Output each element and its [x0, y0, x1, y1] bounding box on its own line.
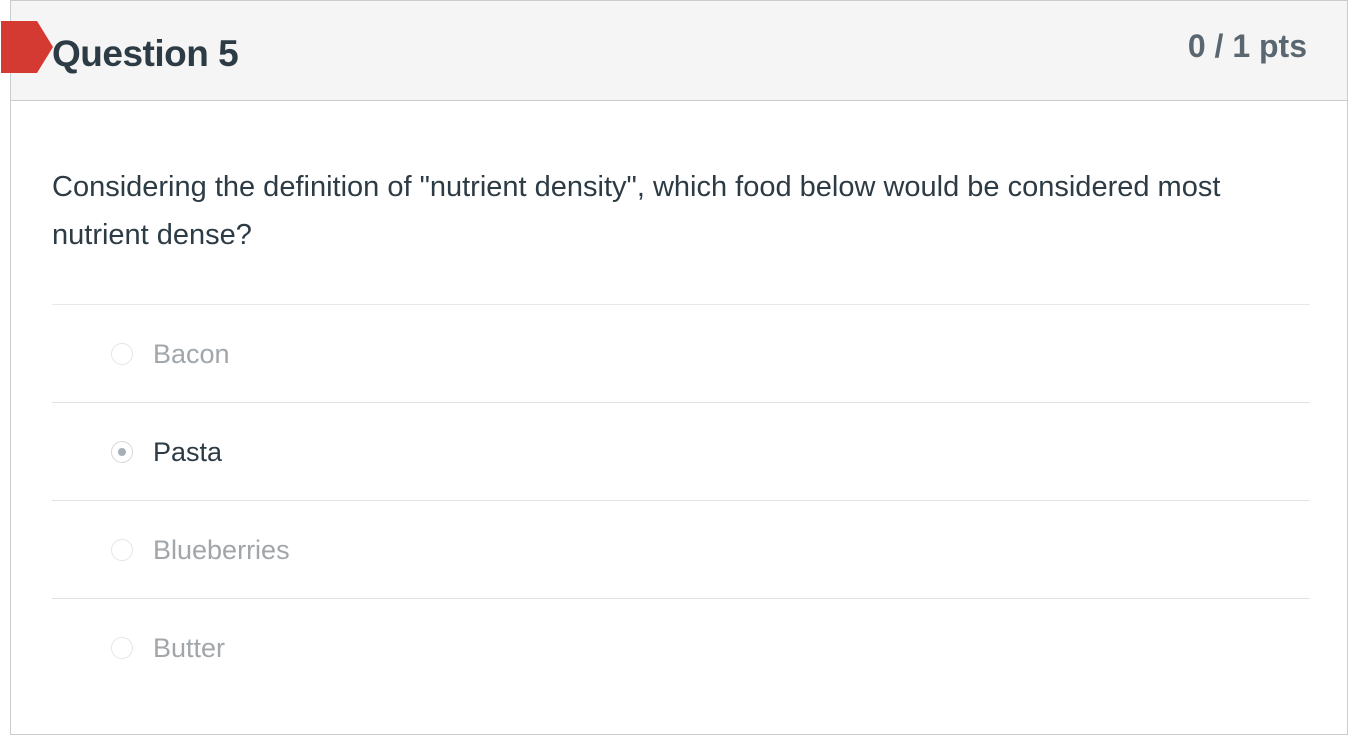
incorrect-answer-flag-icon: [1, 21, 53, 73]
answer-option-bacon[interactable]: Bacon: [52, 304, 1310, 402]
answer-list: Bacon Pasta Blueberries Butter: [52, 304, 1310, 696]
answer-label: Pasta: [153, 437, 223, 467]
question-header: Question 5 0 / 1 pts: [1, 1, 1347, 101]
radio-button[interactable]: [111, 637, 133, 659]
answer-option-blueberries[interactable]: Blueberries: [52, 500, 1310, 598]
question-title: Question 5: [52, 33, 239, 74]
question-text: Considering the definition of "nutrient …: [52, 171, 1221, 251]
answer-label: Blueberries: [153, 535, 290, 565]
radio-button[interactable]: [111, 343, 133, 365]
answer-option-pasta[interactable]: Pasta: [52, 402, 1310, 500]
answer-label: Bacon: [153, 339, 230, 369]
answer-label: Butter: [153, 633, 226, 663]
question-points: 0 / 1 pts: [1187, 28, 1307, 64]
radio-button-selected[interactable]: [111, 441, 133, 463]
incorrect-answer-flag-shape: [1, 21, 53, 73]
quiz-question-card: Question 5 0 / 1 pts Considering the def…: [1, 0, 1348, 735]
answer-option-butter[interactable]: Butter: [52, 598, 1310, 696]
radio-button[interactable]: [111, 539, 133, 561]
